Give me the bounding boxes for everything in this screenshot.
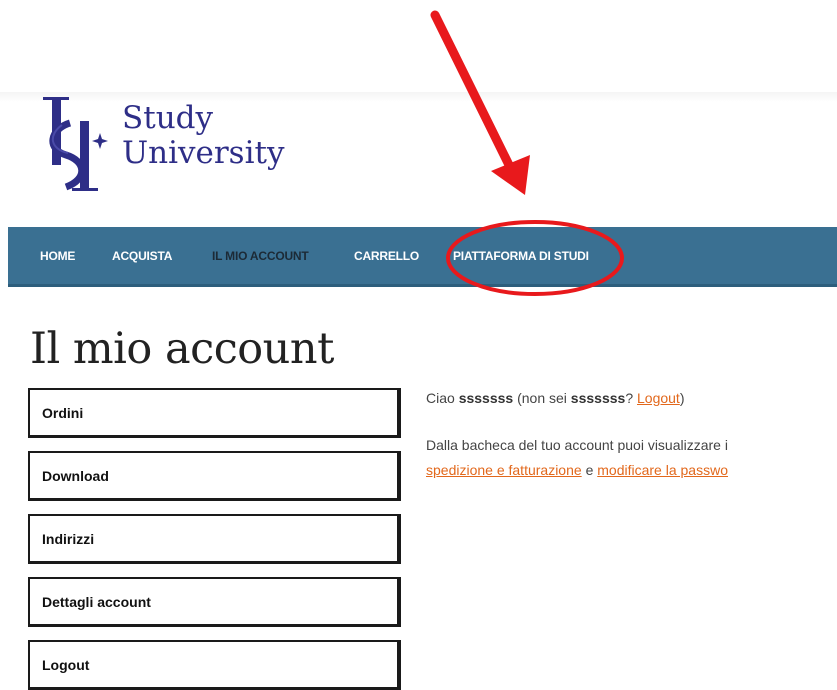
logo-line-2: University	[122, 135, 285, 171]
greeting-username: sssssss	[458, 390, 514, 406]
main-navigation: HOME ACQUISTA IL MIO ACCOUNT CARRELLO PI…	[8, 227, 837, 287]
nav-item-acquista[interactable]: ACQUISTA	[112, 249, 172, 263]
change-password-link[interactable]: modificare la passwo	[597, 462, 728, 478]
greeting-hello: Ciao	[426, 390, 455, 406]
site-logo[interactable]: Study University	[40, 95, 300, 195]
annotation-arrow-head	[491, 155, 530, 195]
greeting-question: ?	[625, 390, 634, 406]
greeting-logout-link[interactable]: Logout	[637, 390, 680, 406]
dashboard-description: Dalla bacheca del tuo account puoi visua…	[426, 433, 837, 483]
account-nav-logout[interactable]: Logout	[28, 640, 401, 690]
greeting-not-you: (non sei	[517, 390, 567, 406]
description-line-2: spedizione e fatturazione e modificare l…	[426, 458, 837, 483]
nav-item-home[interactable]: HOME	[40, 249, 75, 263]
shipping-billing-link[interactable]: spedizione e fatturazione	[426, 462, 582, 478]
nav-item-il-mio-account[interactable]: IL MIO ACCOUNT	[212, 249, 309, 263]
greeting-text: Ciao sssssss (non sei sssssss? Logout)	[426, 390, 685, 406]
account-nav-ordini[interactable]: Ordini	[28, 388, 401, 438]
nav-item-piattaforma-di-studi[interactable]: PIATTAFORMA DI STUDI	[453, 249, 589, 263]
account-nav-download[interactable]: Download	[28, 451, 401, 501]
page-title: Il mio account	[30, 324, 334, 374]
nav-item-carrello[interactable]: CARRELLO	[354, 249, 419, 263]
greeting-close: )	[679, 390, 685, 406]
account-nav-indirizzi[interactable]: Indirizzi	[28, 514, 401, 564]
logo-line-1: Study	[122, 100, 214, 136]
account-nav-dettagli-account[interactable]: Dettagli account	[28, 577, 401, 627]
description-line-1: Dalla bacheca del tuo account puoi visua…	[426, 437, 728, 453]
description-conjunction: e	[585, 462, 594, 478]
su-monogram-icon	[43, 97, 108, 191]
annotation-arrow-shaft	[430, 10, 514, 170]
greeting-username-2: sssssss	[570, 390, 626, 406]
